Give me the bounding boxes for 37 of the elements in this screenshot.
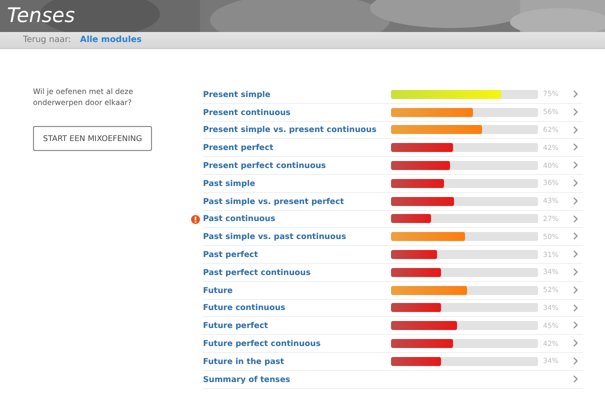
topic-link[interactable]: Present simple vs. present continuous <box>203 125 391 134</box>
topic-link[interactable]: Future <box>203 286 391 295</box>
topic-link[interactable]: Past perfect <box>203 250 391 260</box>
topic-link[interactable]: Past simple <box>203 178 391 188</box>
topic-link[interactable]: Future continuous <box>203 303 391 312</box>
chevron-icon[interactable] <box>573 304 578 312</box>
topic-link[interactable]: Future in the past <box>203 356 391 366</box>
topic-link[interactable]: Present perfect <box>203 143 391 152</box>
chevron-icon[interactable] <box>573 339 578 348</box>
chevron-icon[interactable] <box>573 161 578 170</box>
topic-link[interactable]: Past simple vs. present perfect <box>203 196 391 206</box>
chevron-icon[interactable] <box>573 374 578 383</box>
chevron-icon[interactable] <box>573 126 578 134</box>
chevron-icon[interactable] <box>573 356 578 365</box>
topic-link[interactable]: Present simple <box>203 90 391 99</box>
modules-link[interactable]: Alle modules <box>80 35 142 45</box>
chevron-icon[interactable] <box>573 250 578 258</box>
chevron-icon[interactable] <box>573 143 578 152</box>
chevron-icon[interactable] <box>573 232 578 240</box>
topic-link[interactable]: Past simple vs. past continuous <box>203 232 391 242</box>
topic-link[interactable]: Present continuous <box>203 108 391 117</box>
chevron-icon[interactable] <box>573 196 578 205</box>
page-title: Tenses <box>6 2 75 28</box>
topic-link[interactable]: Future perfect continuous <box>203 339 391 348</box>
chevron-icon[interactable] <box>573 108 578 116</box>
topic-link[interactable]: Past continuous <box>203 214 391 224</box>
chevron-icon[interactable] <box>573 90 578 98</box>
chevron-icon[interactable] <box>573 214 578 223</box>
topic-link[interactable]: Past perfect continuous <box>203 268 391 277</box>
chevron-icon[interactable] <box>573 286 578 294</box>
topic-link[interactable]: Summary of tenses <box>203 374 391 384</box>
chevron-icon[interactable] <box>573 321 578 330</box>
chevron-icon[interactable] <box>573 268 578 276</box>
chevron-icon[interactable] <box>573 178 578 187</box>
topic-link[interactable]: Future perfect <box>203 321 391 330</box>
breadcrumb-label: Terug naar: <box>23 35 71 45</box>
topic-link[interactable]: Present perfect continuous <box>203 161 391 170</box>
